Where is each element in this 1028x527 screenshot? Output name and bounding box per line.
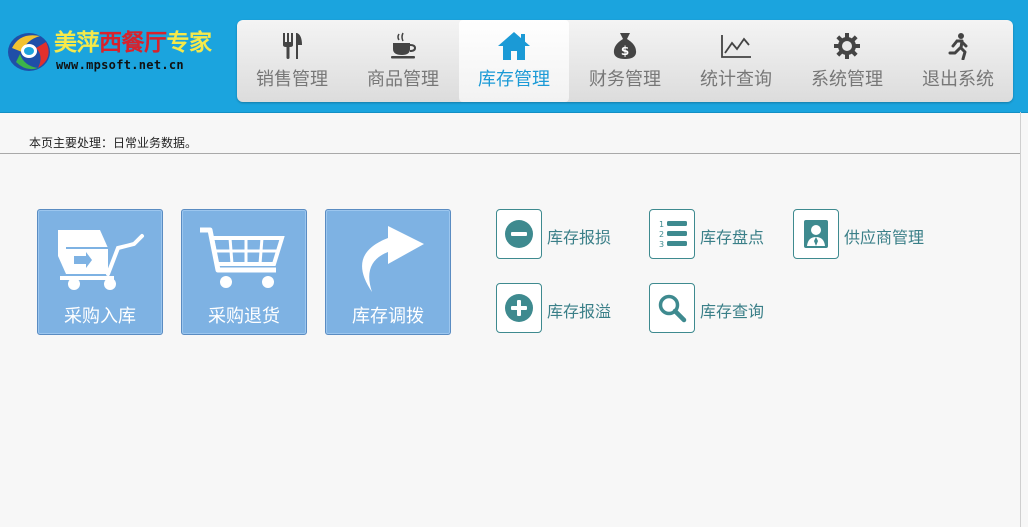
inventory-transfer-button[interactable]: 库存调拨 (325, 209, 451, 335)
running-man-icon (948, 33, 968, 60)
fork-knife-icon (283, 33, 302, 59)
minus-circle-icon (505, 220, 533, 248)
divider (0, 153, 1020, 154)
page-description: 本页主要处理：日常业务数据。 (29, 136, 198, 150)
money-bag-icon: $ (613, 33, 637, 59)
nav-label: 库存管理 (478, 69, 550, 90)
user-badge-icon (804, 220, 828, 248)
nav-label: 销售管理 (256, 69, 328, 90)
home-icon (498, 32, 530, 60)
main-nav: 销售管理 商品管理 库存管理 $ 财务管理 统计查询 系统管理 退出系统 (237, 20, 1013, 102)
nav-label: 财务管理 (589, 69, 661, 90)
nav-item-sales[interactable]: 销售管理 (237, 20, 347, 102)
nav-item-system[interactable]: 系统管理 (792, 20, 902, 102)
nav-label: 统计查询 (700, 69, 772, 90)
brand-title: 美萍西餐厅专家 (54, 30, 212, 56)
button-label: 库存盘点 (700, 228, 765, 247)
plus-circle-icon (505, 294, 533, 322)
button-label: 库存报损 (547, 228, 612, 247)
hand-truck-icon (58, 230, 144, 290)
button-label: 库存查询 (700, 302, 765, 321)
button-label: 供应商管理 (844, 228, 925, 247)
svg-text:3: 3 (659, 240, 664, 249)
nav-item-products[interactable]: 商品管理 (348, 20, 458, 102)
numbered-list-icon: 1 2 3 (659, 220, 687, 249)
brand-url: www.mpsoft.net.cn (56, 58, 184, 72)
brand-logo: 美萍西餐厅专家 www.mpsoft.net.cn (6, 26, 234, 76)
tile-label: 库存调拨 (352, 306, 424, 327)
coffee-cup-icon (391, 32, 417, 59)
nav-item-inventory[interactable]: 库存管理 (459, 20, 569, 102)
shopping-cart-icon (200, 227, 285, 288)
magnifier-icon (658, 294, 687, 323)
nav-item-finance[interactable]: $ 财务管理 (570, 20, 680, 102)
logo-ball-icon (8, 33, 50, 71)
right-border (1020, 112, 1021, 527)
svg-text:$: $ (621, 44, 629, 58)
brand-title-part1: 美萍 (54, 30, 100, 56)
tile-label: 采购入库 (64, 306, 136, 327)
button-label: 库存报溢 (547, 302, 612, 321)
line-chart-icon (721, 35, 751, 58)
curved-arrow-icon (362, 226, 424, 292)
svg-text:1: 1 (659, 220, 664, 229)
tile-label: 采购退货 (208, 306, 280, 327)
purchase-return-button[interactable]: 采购退货 (181, 209, 307, 335)
gear-icon (834, 33, 860, 59)
svg-text:2: 2 (659, 230, 664, 239)
brand-title-part3: 专家 (166, 30, 213, 56)
nav-item-statistics[interactable]: 统计查询 (681, 20, 791, 102)
nav-label: 退出系统 (922, 69, 994, 90)
brand-title-part2: 西餐厅 (99, 30, 167, 56)
purchase-in-button[interactable]: 采购入库 (37, 209, 163, 335)
nav-label: 系统管理 (811, 69, 883, 90)
top-header: 美萍西餐厅专家 www.mpsoft.net.cn 销售管理 商品管理 库存管理… (0, 0, 1028, 113)
nav-label: 商品管理 (367, 69, 439, 90)
nav-item-exit[interactable]: 退出系统 (903, 20, 1013, 102)
